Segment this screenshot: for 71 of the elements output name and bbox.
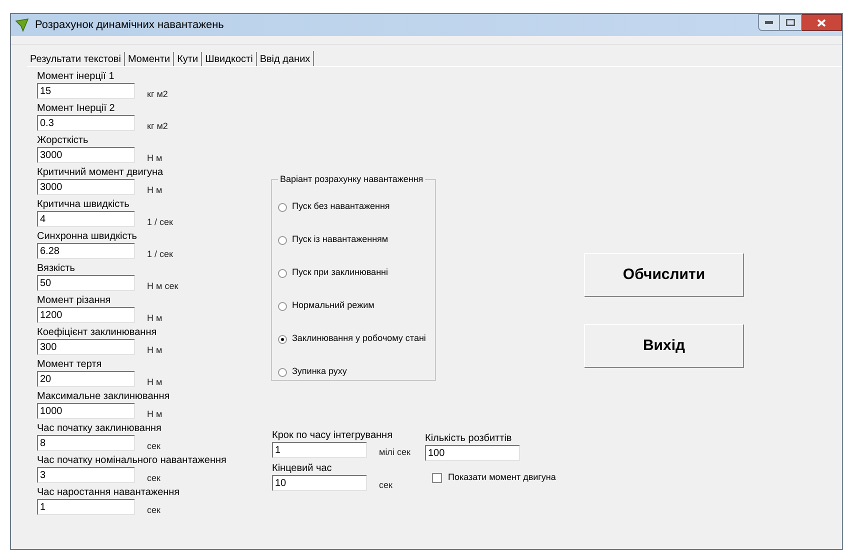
field-label: Критична швидкість (37, 198, 130, 211)
unit-label: Н м (147, 344, 162, 356)
input-field[interactable]: 1 (272, 442, 367, 458)
input-field[interactable]: 3 (37, 467, 135, 483)
input-field[interactable]: 20 (37, 371, 135, 387)
field-label: Крок по часу інтегрування (272, 429, 394, 442)
field-label: Критичний момент двигуна (37, 166, 164, 179)
unit-label: 1 / сек (147, 216, 173, 228)
input-field[interactable]: 100 (425, 445, 520, 461)
unit-label: Н м (147, 152, 162, 164)
tab[interactable]: Кути (174, 52, 202, 66)
input-field[interactable]: 3000 (37, 179, 135, 195)
field-label: Час наростання навантаження (37, 486, 181, 499)
unit-label: Н м (147, 408, 162, 420)
field-label: Жорсткість (37, 134, 90, 147)
minimize-button[interactable] (758, 14, 780, 31)
maximize-button[interactable] (780, 14, 802, 31)
unit-label: мілі сек (379, 446, 412, 458)
unit-label: кг м2 (147, 120, 168, 132)
input-field[interactable]: 0.3 (37, 115, 135, 131)
radio-option[interactable]: Зупинка руху (278, 356, 347, 388)
field-label: Кінцевий час (272, 462, 333, 475)
input-field[interactable]: 1 (37, 499, 135, 515)
field-label: Максимальне заклинювання (37, 390, 171, 403)
close-button[interactable] (802, 14, 842, 31)
input-field[interactable]: 1000 (37, 403, 135, 419)
unit-label: сек (147, 440, 160, 452)
action-button[interactable]: Вихід (584, 324, 744, 368)
field-label: Коефіцієнт заклинювання (37, 326, 158, 339)
field-label: Вязкість (37, 262, 76, 275)
field-label: Момент різання (37, 294, 112, 307)
input-field[interactable]: 6.28 (37, 243, 135, 259)
unit-label: Н м сек (147, 280, 178, 292)
unit-label: Н м (147, 312, 162, 324)
unit-label: кг м2 (147, 88, 168, 100)
tab[interactable]: Моменти (124, 52, 174, 66)
maximize-icon (786, 19, 795, 26)
field-label: Момент інерції 1 (37, 70, 116, 83)
radio-option[interactable]: Нормальний режим (278, 290, 374, 322)
radio-option[interactable]: Пуск із навантаженням (278, 224, 388, 256)
unit-label: Н м (147, 376, 162, 388)
input-field[interactable]: 15 (37, 83, 135, 99)
unit-label: сек (147, 504, 160, 516)
field-label: Синхронна швидкість (37, 230, 138, 243)
input-field[interactable]: 1200 (37, 307, 135, 323)
action-button[interactable]: Обчислити (584, 253, 744, 297)
input-field[interactable]: 8 (37, 435, 135, 451)
group-title: Варіант розрахунку навантаження (279, 173, 424, 186)
input-field[interactable]: 3000 (37, 147, 135, 163)
input-field[interactable]: 300 (37, 339, 135, 355)
field-label: Момент Інерції 2 (37, 102, 116, 115)
field-label: Час початку заклинювання (37, 422, 162, 435)
unit-label: Н м (147, 184, 162, 196)
unit-label: сек (147, 472, 160, 484)
field-label: Час початку номінального навантаження (37, 454, 228, 467)
tab[interactable]: Результати текстові (27, 52, 125, 66)
input-field[interactable]: 10 (272, 475, 367, 491)
window-title: Розрахунок динамічних навантажень (35, 18, 224, 33)
field-label: Момент тертя (37, 358, 103, 371)
app-icon (15, 18, 29, 32)
radio-option[interactable]: Заклинювання у робочому стані (278, 322, 426, 356)
input-field[interactable]: 50 (37, 275, 135, 291)
unit-label: 1 / сек (147, 248, 173, 260)
checkbox-option[interactable]: Показати момент двигуна (432, 471, 556, 484)
field-label: Кількість розбиттів (425, 432, 513, 445)
minimize-icon (765, 21, 773, 24)
unit-label: сек (379, 479, 392, 491)
radio-option[interactable]: Пуск при заклинюванні (278, 256, 388, 290)
input-field[interactable]: 4 (37, 211, 135, 227)
radio-option[interactable]: Пуск без навантаження (278, 190, 390, 224)
close-icon (817, 18, 826, 26)
